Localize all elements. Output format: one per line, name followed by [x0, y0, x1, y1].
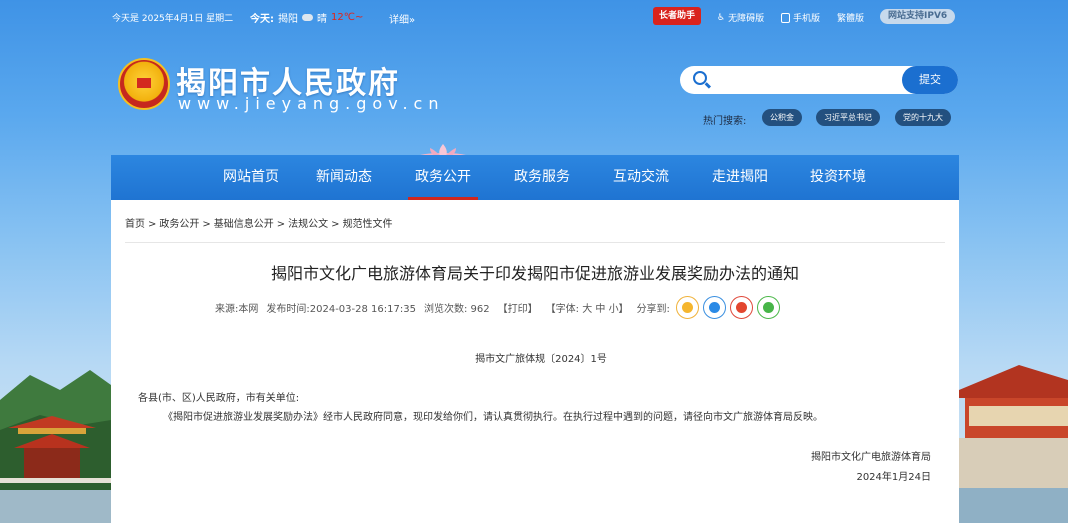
addressee: 各县(市、区)人民政府，市有关单位:: [138, 393, 300, 404]
weather-label: 今天:: [250, 14, 274, 25]
nav-interaction[interactable]: 互动交流: [606, 155, 676, 200]
qzone-icon[interactable]: [675, 296, 699, 319]
breadcrumb-normative-docs[interactable]: 规范性文件: [343, 219, 393, 230]
ipv6-badge: 网站支持IPV6: [880, 9, 956, 24]
article-meta: 来源:本网 发布时间:2024-03-28 16:17:35 浏览次数: 962…: [215, 296, 780, 319]
weibo-icon[interactable]: [729, 296, 753, 319]
breadcrumb-home[interactable]: 首页: [125, 219, 145, 230]
print-button[interactable]: 【打印】: [498, 300, 538, 315]
publish-time: 2024-03-28 16:17:35: [309, 304, 416, 315]
site-url: www.jieyang.gov.cn: [178, 94, 445, 113]
signing-organization: 揭阳市文化广电旅游体育局: [811, 452, 931, 463]
qq-icon[interactable]: [702, 296, 726, 319]
article-body: 《揭阳市促进旅游业发展奖励办法》经市人民政府同意，现印发给你们，请认真贯彻执行。…: [163, 412, 823, 423]
accessibility-icon: ♿: [717, 12, 726, 23]
font-medium-button[interactable]: 中: [595, 304, 605, 315]
search-box: 提交: [680, 66, 958, 94]
current-date: 今天是 2025年4月1日 星期二: [112, 14, 234, 24]
mobile-phone-icon: [781, 12, 790, 23]
weather-condition: 晴: [317, 14, 327, 25]
accessible-label: 无障碍版: [728, 14, 765, 24]
national-emblem-icon: [118, 58, 170, 110]
nav-news[interactable]: 新闻动态: [309, 155, 379, 200]
share-label: 分享到:: [636, 304, 670, 315]
wechat-icon[interactable]: [756, 296, 780, 319]
breadcrumb: 首页 > 政务公开 > 基础信息公开 > 法规公文 > 规范性文件: [125, 219, 393, 230]
document-number: 揭市文广旅体规〔2024〕1号: [475, 354, 607, 365]
top-bar: 今天是 2025年4月1日 星期二 今天: 揭阳 晴 12℃~ 详细» 长者助手…: [0, 0, 1068, 32]
mobile-label: 手机版: [793, 14, 821, 24]
search-input[interactable]: [716, 70, 896, 90]
nav-home[interactable]: 网站首页: [216, 155, 286, 200]
breadcrumb-gov-affairs[interactable]: 政务公开: [159, 219, 199, 230]
hot-tag-housing-fund[interactable]: 公积金: [762, 109, 802, 126]
pavilion-scenery-left: [0, 370, 111, 523]
cloud-icon: [302, 14, 313, 21]
source-value: 本网: [238, 304, 259, 315]
breadcrumb-basic-info[interactable]: 基础信息公开: [214, 219, 274, 230]
divider: [125, 242, 945, 243]
content-panel: 首页 > 政务公开 > 基础信息公开 > 法规公文 > 规范性文件 揭阳市文化广电旅游体育局关于…: [111, 200, 959, 523]
view-count: 962: [470, 304, 490, 315]
font-large-button[interactable]: 大: [582, 304, 592, 315]
nav-services[interactable]: 政务服务: [507, 155, 577, 200]
source-label: 来源:: [215, 304, 239, 315]
mobile-version-link[interactable]: 手机版: [781, 11, 820, 24]
main-nav: 网站首页 新闻动态 政务公开 政务服务 互动交流 走进揭阳 投资环境: [111, 155, 959, 200]
views-label: 浏览次数:: [423, 304, 468, 315]
traditional-chinese-link[interactable]: 繁體版: [837, 11, 864, 24]
signing-date: 2024年1月24日: [856, 472, 931, 483]
elder-assistant-button[interactable]: 长者助手: [653, 7, 702, 25]
search-submit-button[interactable]: 提交: [902, 66, 958, 94]
accessible-version-link[interactable]: ♿ 无障碍版: [717, 11, 765, 25]
weather-detail-link[interactable]: 详细»: [389, 11, 415, 26]
nav-about-jieyang[interactable]: 走进揭阳: [705, 155, 775, 200]
font-small-button[interactable]: 小】: [609, 304, 629, 315]
nav-investment[interactable]: 投资环境: [803, 155, 873, 200]
share-buttons: [675, 296, 780, 319]
hot-search-label: 热门搜索:: [703, 116, 747, 127]
hot-tag-xi-jinping[interactable]: 习近平总书记: [816, 109, 880, 126]
hot-tag-19th-congress[interactable]: 党的十九大: [895, 109, 951, 126]
font-size-label: 【字体:: [545, 304, 579, 315]
time-label: 发布时间:: [266, 304, 310, 315]
breadcrumb-regulations[interactable]: 法规公文: [288, 219, 328, 230]
temple-scenery-right: [959, 365, 1068, 523]
nav-government-affairs[interactable]: 政务公开: [408, 155, 478, 200]
search-icon: [693, 71, 707, 85]
weather-city: 揭阳: [278, 14, 298, 25]
weather: 今天: 揭阳 晴 12℃~: [250, 10, 363, 25]
weather-temp: 12℃~: [331, 12, 364, 23]
article-title: 揭阳市文化广电旅游体育局关于印发揭阳市促进旅游业发展奖励办法的通知: [270, 264, 799, 283]
